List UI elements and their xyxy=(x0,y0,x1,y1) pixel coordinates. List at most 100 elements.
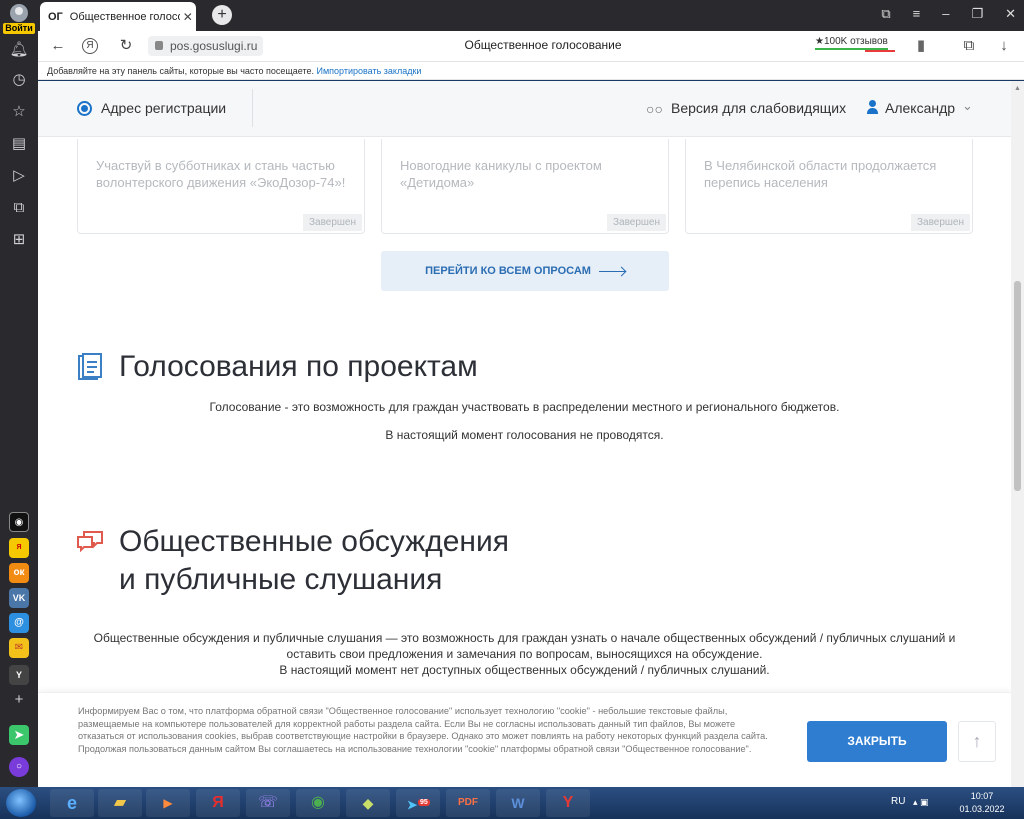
page-title: Общественное голосование xyxy=(464,38,622,52)
extensions-icon[interactable]: ⧉ xyxy=(959,36,979,56)
tray-icons[interactable]: ▴ ▣ xyxy=(913,797,929,808)
cookie-banner: Информируем Вас о том, что платформа обр… xyxy=(38,692,1011,787)
arrow-up-icon: ↑ xyxy=(972,731,982,751)
media-player-icon[interactable]: ▶ xyxy=(146,789,190,817)
explorer-icon[interactable]: ▰ xyxy=(98,789,142,817)
telegram-icon[interactable]: ➤ 95 xyxy=(396,789,440,817)
browser-sidebar: Войти 🔔︎ ◷ ☆ ▤ ▷ ⧉ ⊞ ◉ Я ок VK @ ✉ Y + ➤… xyxy=(0,0,38,787)
download-icon[interactable]: ↓ xyxy=(994,36,1014,56)
chat-icon xyxy=(77,531,103,552)
alice-icon[interactable]: ○ xyxy=(9,757,29,777)
mail-at-icon[interactable]: @ xyxy=(9,613,29,633)
close-icon[interactable]: ✕ xyxy=(183,10,193,24)
word-icon[interactable]: W xyxy=(496,789,540,817)
chevron-down-icon[interactable]: ⌄ xyxy=(962,98,973,114)
login-label: Войти xyxy=(3,23,35,34)
yandex-icon[interactable]: Я xyxy=(82,38,98,54)
bookmarks-bar: Добавляйте на эту панель сайты, которые … xyxy=(38,62,1024,80)
new-tab-button[interactable]: + xyxy=(212,5,232,25)
back-icon[interactable]: ← xyxy=(48,36,68,56)
collections-icon[interactable]: ▤ xyxy=(9,134,29,154)
yandex-market-icon[interactable]: Я xyxy=(9,538,29,558)
discussions-status: В настоящий момент нет доступных обществ… xyxy=(279,663,770,677)
discussions-title-line2: и публичные слушания xyxy=(119,563,443,596)
discussions-title-line1: Общественные обсуждения xyxy=(119,525,509,558)
language-indicator[interactable]: RU xyxy=(891,796,905,807)
pdf-icon[interactable]: PDF xyxy=(446,789,490,817)
url-field[interactable]: pos.gosuslugi.ru xyxy=(148,36,264,56)
page-content: Адрес регистрации ○○ Версия для слабовид… xyxy=(38,81,1011,787)
play-icon[interactable]: ▷ xyxy=(9,166,29,186)
start-button[interactable] xyxy=(6,789,36,817)
glasses-icon: ○○ xyxy=(646,101,663,117)
user-name[interactable]: Александр xyxy=(885,100,955,116)
close-cookie-button[interactable]: ЗАКРЫТЬ xyxy=(807,721,947,762)
send-app-icon[interactable]: ➤ xyxy=(9,725,29,745)
arrow-right-icon xyxy=(598,270,625,272)
music-app-icon[interactable]: ◉ xyxy=(9,512,29,532)
chrome-icon[interactable]: ◉ xyxy=(296,789,340,817)
vk-icon[interactable]: VK xyxy=(9,588,29,608)
yandex-browser-icon[interactable]: Я xyxy=(196,789,240,817)
login-button[interactable]: Войти xyxy=(3,4,35,34)
scroll-top-button[interactable]: ↑ xyxy=(958,721,996,762)
bell-icon[interactable]: 🔔︎ xyxy=(9,40,29,60)
status-badge: Завершен xyxy=(606,214,666,231)
ie-icon[interactable]: e xyxy=(50,789,94,817)
avatar-icon xyxy=(10,4,28,22)
poll-card-text: Участвуй в субботниках и стань частью во… xyxy=(96,158,346,190)
menu-icon[interactable]: ≡ xyxy=(913,6,921,22)
clock[interactable]: 10:07 01.03.2022 xyxy=(952,790,1012,816)
reviews-badge[interactable]: ★100K отзывов xyxy=(815,36,888,50)
yandex-service-icon[interactable]: Y xyxy=(9,665,29,685)
scroll-up-icon[interactable]: ▲ xyxy=(1014,85,1021,92)
tabs-icon[interactable]: ⧉ xyxy=(881,6,890,22)
status-badge: Завершен xyxy=(302,214,362,231)
page-scrollbar[interactable]: ▲ xyxy=(1011,81,1024,787)
scrollbar-thumb[interactable] xyxy=(1014,281,1021,491)
apps-grid-icon[interactable]: ⊞ xyxy=(9,230,29,250)
poll-card[interactable]: Новогодние каникулы с проектом «Детидома… xyxy=(381,139,669,234)
user-icon xyxy=(867,100,878,114)
discussions-description: Общественные обсуждения и публичные слуш… xyxy=(93,631,956,661)
star-icon[interactable]: ☆ xyxy=(9,102,29,122)
close-window-icon[interactable]: ✕ xyxy=(1005,6,1016,22)
restore-icon[interactable]: ❐ xyxy=(971,6,983,22)
poll-card[interactable]: Участвуй в субботниках и стань частью во… xyxy=(77,139,365,234)
notes-icon[interactable]: ◆ xyxy=(346,789,390,817)
telegram-badge: 95 xyxy=(417,799,430,806)
screenshot-icon[interactable]: ⧉ xyxy=(9,198,29,218)
lock-icon xyxy=(155,41,163,50)
poll-cards: Участвуй в субботниках и стань частью во… xyxy=(77,139,973,235)
cookie-text: Информируем Вас о том, что платформа обр… xyxy=(78,706,768,754)
clock-date: 01.03.2022 xyxy=(959,804,1005,814)
voting-status: В настоящий момент голосования не провод… xyxy=(385,428,664,442)
mail-envelope-icon[interactable]: ✉ xyxy=(9,638,29,658)
odnoklassniki-icon[interactable]: ок xyxy=(9,563,29,583)
header-divider xyxy=(252,89,253,127)
voting-description: Голосование - это возможность для гражда… xyxy=(209,400,840,414)
tab-title: Общественное голосо xyxy=(69,10,180,23)
tab-active[interactable]: ОГ Общественное голосо ✕ xyxy=(40,2,196,31)
viber-icon[interactable]: ☏ xyxy=(246,789,290,817)
site-header: Адрес регистрации ○○ Версия для слабовид… xyxy=(38,81,1011,137)
yandex-icon-taskbar[interactable]: Y xyxy=(546,789,590,817)
all-polls-button[interactable]: ПЕРЕЙТИ КО ВСЕМ ОПРОСАМ xyxy=(381,251,669,291)
clock-time: 10:07 xyxy=(970,791,994,801)
import-bookmarks-link[interactable]: Импортировать закладки xyxy=(317,66,422,76)
status-badge: Завершен xyxy=(910,214,970,231)
url-text: pos.gosuslugi.ru xyxy=(170,39,258,53)
bookmark-icon[interactable]: ▮ xyxy=(911,36,931,56)
all-polls-label: ПЕРЕЙТИ КО ВСЕМ ОПРОСАМ xyxy=(425,265,591,277)
poll-card[interactable]: В Челябинской области продолжается переп… xyxy=(685,139,973,234)
address-selector[interactable]: Адрес регистрации xyxy=(101,100,226,116)
accessibility-link[interactable]: Версия для слабовидящих xyxy=(671,100,846,116)
history-icon[interactable]: ◷ xyxy=(9,70,29,90)
document-icon xyxy=(78,353,102,380)
poll-card-text: Новогодние каникулы с проектом «Детидома… xyxy=(400,158,602,190)
bookmarks-prompt: Добавляйте на эту панель сайты, которые … xyxy=(47,66,314,76)
add-app-icon[interactable]: + xyxy=(9,690,29,710)
reload-icon[interactable]: ↻ xyxy=(116,36,136,56)
minimize-icon[interactable]: – xyxy=(942,6,949,22)
location-icon xyxy=(77,101,92,116)
